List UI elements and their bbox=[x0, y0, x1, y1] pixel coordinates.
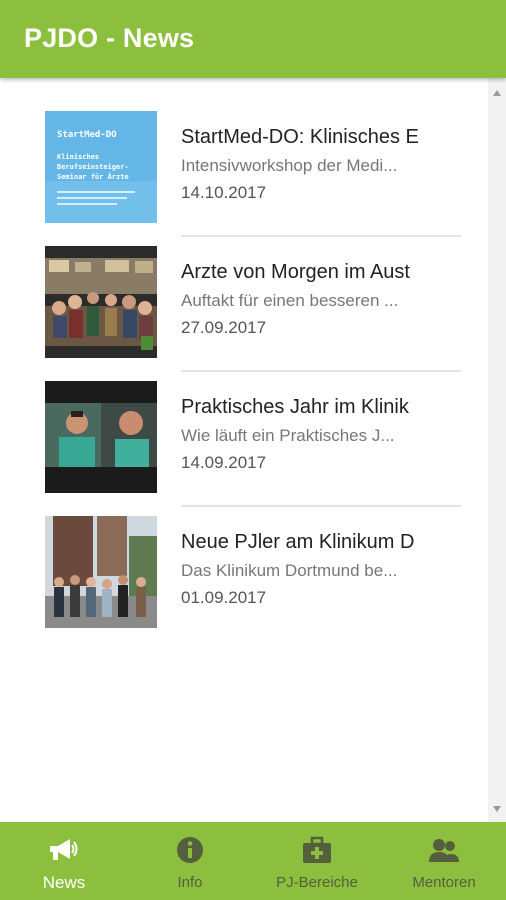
nav-label-mentoren: Mentoren bbox=[412, 874, 476, 891]
thumb-line-3: Berufseinsteiger- bbox=[57, 163, 129, 171]
megaphone-icon bbox=[50, 839, 78, 860]
scroll-down-arrow-icon[interactable] bbox=[493, 806, 501, 812]
news-item[interactable]: Arzte von Morgen im Aust Auftakt für ein… bbox=[0, 213, 488, 372]
nav-label-info: Info bbox=[177, 874, 203, 891]
thumb-line-2: Klinisches bbox=[57, 153, 99, 161]
page-title: PJDO - News bbox=[24, 23, 195, 53]
news-thumbnail bbox=[45, 516, 157, 628]
news-item[interactable]: StartMed-DO Klinisches Berufseinsteiger-… bbox=[0, 78, 488, 237]
news-title: Neue PJler am Klinikum D bbox=[181, 531, 415, 553]
nav-item-pj-bereiche[interactable]: PJ-Bereiche bbox=[262, 822, 372, 900]
people-icon bbox=[429, 839, 459, 862]
news-subtitle: Auftakt für einen besseren ... bbox=[181, 291, 399, 310]
news-date: 14.09.2017 bbox=[181, 453, 267, 472]
nav-label-news: News bbox=[42, 873, 86, 892]
news-subtitle: Das Klinikum Dortmund be... bbox=[181, 561, 398, 580]
nav-item-news[interactable]: News bbox=[14, 822, 114, 900]
nav-label-pj-bereiche: PJ-Bereiche bbox=[276, 874, 358, 891]
bottom-navigation: News Info PJ-Bereiche Mentoren bbox=[0, 822, 506, 900]
news-title: StartMed-DO: Klinisches E bbox=[181, 126, 419, 148]
info-icon bbox=[177, 837, 203, 863]
news-date: 01.09.2017 bbox=[181, 588, 267, 607]
news-date: 14.10.2017 bbox=[181, 183, 267, 202]
news-title: Arzte von Morgen im Aust bbox=[181, 261, 410, 283]
news-subtitle: Wie läuft ein Praktisches J... bbox=[181, 426, 395, 445]
app-bar: PJDO - News bbox=[0, 0, 506, 78]
news-title: Praktisches Jahr im Klinik bbox=[181, 396, 409, 418]
thumb-line-4: Seminar für Ärzte bbox=[57, 172, 129, 181]
news-thumbnail: StartMed-DO Klinisches Berufseinsteiger-… bbox=[45, 111, 157, 223]
nav-item-info[interactable]: Info bbox=[140, 822, 240, 900]
thumb-line-1: StartMed-DO bbox=[57, 130, 117, 140]
news-date: 27.09.2017 bbox=[181, 318, 267, 337]
scrollbar[interactable] bbox=[488, 78, 506, 822]
scroll-up-arrow-icon[interactable] bbox=[493, 90, 501, 96]
news-thumbnail bbox=[45, 246, 157, 358]
nav-item-mentoren[interactable]: Mentoren bbox=[392, 822, 496, 900]
news-item[interactable]: Neue PJler am Klinikum D Das Klinikum Do… bbox=[0, 483, 488, 628]
news-list[interactable]: StartMed-DO Klinisches Berufseinsteiger-… bbox=[0, 78, 506, 822]
news-subtitle: Intensivworkshop der Medi... bbox=[181, 156, 398, 175]
news-item[interactable]: Praktisches Jahr im Klinik Wie läuft ein… bbox=[0, 348, 488, 507]
medical-kit-icon bbox=[303, 836, 331, 863]
news-thumbnail bbox=[45, 381, 157, 493]
